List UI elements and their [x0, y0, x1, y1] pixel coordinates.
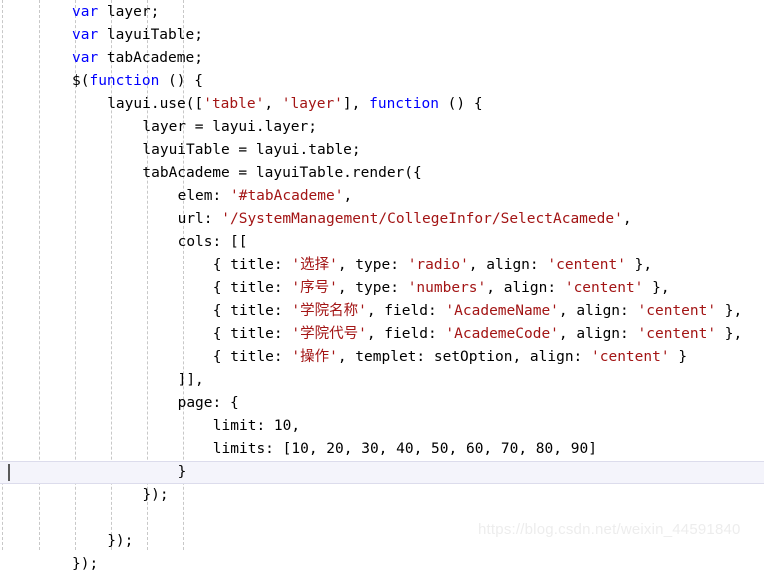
code-token: 10	[273, 418, 292, 434]
code-token: ,	[291, 418, 301, 434]
code-token: ],	[342, 96, 370, 112]
code-line[interactable]: layui.use(['table', 'layer'], function (…	[0, 93, 764, 116]
code-token: 'centent'	[637, 303, 717, 319]
code-token: () {	[438, 96, 483, 112]
code-token: ]	[588, 441, 597, 457]
code-token: { title:	[212, 303, 292, 319]
code-token: layuiTable = layui.table;	[142, 142, 361, 158]
code-token: '/SystemManagement/CollegeInfor/SelectAc…	[221, 211, 623, 227]
code-token: });	[72, 556, 99, 572]
code-token: page: {	[177, 395, 239, 411]
code-token: 'AcademeName'	[445, 303, 559, 319]
code-token: ]],	[177, 372, 204, 388]
code-token: '选择'	[291, 257, 338, 273]
code-token: 10, 20, 30, 40, 50, 60, 70, 80, 90	[291, 441, 589, 457]
code-token: { title:	[212, 349, 292, 365]
code-line[interactable]: limit: 10,	[0, 415, 764, 438]
code-token: 'layer'	[281, 96, 343, 112]
code-token: cols: [[	[177, 234, 248, 250]
code-token: ,	[343, 188, 353, 204]
code-line[interactable]: { title: '操作', templet: setOption, align…	[0, 346, 764, 369]
code-token: ,	[622, 211, 632, 227]
code-line[interactable]: { title: '学院代号', field: 'AcademeCode', a…	[0, 323, 764, 346]
code-line[interactable]: layer = layui.layer;	[0, 116, 764, 139]
code-token: , align:	[486, 280, 565, 296]
code-editor[interactable]: var layer; var layuiTable; var tabAcademe;…	[0, 0, 764, 572]
code-token: { title:	[212, 280, 292, 296]
code-token: elem:	[177, 188, 230, 204]
code-token: tabAcademe;	[98, 50, 203, 66]
code-token: '学院名称'	[291, 303, 367, 319]
code-line[interactable]: });	[0, 553, 764, 576]
code-token: , templet: setOption, align:	[337, 349, 592, 365]
code-token: }	[177, 464, 187, 480]
code-token: layer;	[98, 4, 160, 20]
code-token: 'centent'	[591, 349, 670, 365]
code-token: () {	[159, 73, 203, 89]
code-token: var	[72, 27, 99, 43]
code-token: limits: [	[212, 441, 292, 457]
code-token: tabAcademe = layuiTable.render({	[142, 165, 422, 181]
code-token: '序号'	[291, 280, 338, 296]
code-token: , field:	[366, 326, 446, 342]
code-line[interactable]: });	[0, 484, 764, 507]
code-line[interactable]: { title: '选择', type: 'radio', align: 'ce…	[0, 254, 764, 277]
code-token: }	[669, 349, 688, 365]
code-line[interactable]: cols: [[	[0, 231, 764, 254]
code-token: $(	[72, 73, 90, 89]
code-line[interactable]: var layer;	[0, 1, 764, 24]
code-token: function	[369, 96, 439, 112]
code-token: layer = layui.layer;	[142, 119, 317, 135]
code-line[interactable]: }	[0, 461, 764, 484]
code-line[interactable]: var tabAcademe;	[0, 47, 764, 70]
code-token: },	[625, 257, 653, 273]
code-token: , align:	[468, 257, 548, 273]
code-line[interactable]: { title: '序号', type: 'numbers', align: '…	[0, 277, 764, 300]
code-line[interactable]: { title: '学院名称', field: 'AcademeName', a…	[0, 300, 764, 323]
code-token: function	[89, 73, 160, 89]
code-token: { title:	[212, 257, 292, 273]
code-line[interactable]: url: '/SystemManagement/CollegeInfor/Sel…	[0, 208, 764, 231]
code-token: '学院代号'	[291, 326, 367, 342]
code-line[interactable]: tabAcademe = layuiTable.render({	[0, 162, 764, 185]
code-token: , type:	[337, 280, 408, 296]
code-line[interactable]: limits: [10, 20, 30, 40, 50, 60, 70, 80,…	[0, 438, 764, 461]
code-token: url:	[177, 211, 222, 227]
code-token: 'radio'	[407, 257, 469, 273]
code-line[interactable]: page: {	[0, 392, 764, 415]
code-token: 'numbers'	[407, 280, 487, 296]
code-token: 'table'	[203, 96, 265, 112]
code-token: , align:	[558, 303, 638, 319]
code-token: 'centent'	[564, 280, 644, 296]
code-line[interactable]: $(function () {	[0, 70, 764, 93]
code-token: },	[716, 326, 743, 342]
code-token: var	[72, 4, 99, 20]
code-token: },	[716, 303, 743, 319]
code-content[interactable]: var layer; var layuiTable; var tabAcademe;…	[0, 0, 764, 572]
text-caret	[8, 464, 10, 481]
code-token: });	[142, 487, 169, 503]
code-token: 'AcademeCode'	[445, 326, 559, 342]
code-token: ,	[264, 96, 282, 112]
code-token: limit:	[212, 418, 274, 434]
code-token: , align:	[558, 326, 638, 342]
code-token: },	[643, 280, 670, 296]
code-token: 'centent'	[547, 257, 626, 273]
code-line[interactable]: var layuiTable;	[0, 24, 764, 47]
code-line[interactable]: elem: '#tabAcademe',	[0, 185, 764, 208]
code-token: , type:	[337, 257, 408, 273]
code-line[interactable]: ]],	[0, 369, 764, 392]
code-token: 'centent'	[637, 326, 717, 342]
code-token: layuiTable;	[98, 27, 203, 43]
code-token: { title:	[212, 326, 292, 342]
code-token: var	[72, 50, 99, 66]
code-token: '#tabAcademe'	[229, 188, 344, 204]
code-line[interactable]: layuiTable = layui.table;	[0, 139, 764, 162]
code-token: layui.use([	[107, 96, 204, 112]
watermark-url: https://blog.csdn.net/weixin_44591840	[478, 521, 741, 538]
code-token: '操作'	[291, 349, 338, 365]
code-token: , field:	[366, 303, 446, 319]
